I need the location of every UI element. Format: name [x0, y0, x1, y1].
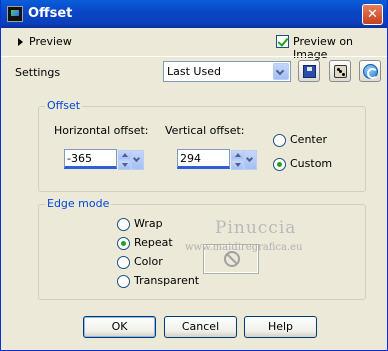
horizontal-spin-up[interactable] — [118, 150, 131, 160]
transparent-radio-label[interactable]: Transparent — [134, 274, 199, 287]
vertical-offset-label: Vertical offset: — [165, 124, 245, 137]
horizontal-offset-input[interactable]: -365 — [64, 149, 117, 169]
dice-icon — [334, 65, 347, 78]
reset-button[interactable] — [359, 60, 381, 82]
center-radio[interactable] — [273, 134, 286, 147]
horizontal-dropdown-button[interactable] — [131, 150, 144, 170]
repeat-radio[interactable] — [117, 237, 130, 250]
center-radio-label[interactable]: Center — [290, 133, 327, 146]
cancel-button[interactable]: Cancel — [164, 316, 237, 338]
edge-mode-group-label: Edge mode — [45, 197, 112, 210]
chevron-down-icon — [275, 66, 285, 76]
save-preset-button[interactable] — [298, 60, 320, 82]
custom-radio-label[interactable]: Custom — [290, 157, 332, 170]
horizontal-offset-label: Horizontal offset: — [54, 124, 149, 137]
title-bar[interactable]: Offset ✕ — [1, 0, 387, 28]
watermark-url: www.maidiregrafica.eu — [185, 242, 303, 253]
settings-row: Settings Last Used — [1, 56, 387, 88]
main-area: Offset Horizontal offset: -365 Vertical … — [15, 92, 375, 302]
preset-value: Last Used — [167, 65, 221, 78]
preset-dropdown[interactable]: Last Used — [163, 61, 291, 82]
preview-row: Preview Preview on Image — [1, 30, 387, 61]
color-radio-label[interactable]: Color — [134, 255, 163, 268]
vertical-offset-value: 294 — [180, 152, 201, 165]
wrap-radio-label[interactable]: Wrap — [134, 217, 163, 230]
watermark-name: Pinuccia — [215, 218, 297, 238]
offset-group-label: Offset — [45, 99, 83, 112]
offset-group: Offset Horizontal offset: -365 Vertical … — [38, 99, 366, 192]
preset-dropdown-button[interactable] — [273, 63, 289, 80]
horizontal-spin-down[interactable] — [118, 160, 131, 170]
close-icon: ✕ — [367, 7, 378, 22]
transparent-radio[interactable] — [117, 275, 130, 288]
custom-radio[interactable] — [273, 158, 286, 171]
preview-on-image-checkbox[interactable] — [276, 35, 289, 48]
chevron-down-icon — [245, 154, 254, 163]
reset-icon — [363, 64, 378, 79]
app-icon — [7, 6, 23, 22]
color-radio[interactable] — [117, 256, 130, 269]
close-button[interactable]: ✕ — [362, 4, 383, 25]
repeat-radio-label[interactable]: Repeat — [134, 236, 173, 249]
vertical-spin-down[interactable] — [231, 160, 244, 170]
chevron-down-icon — [132, 154, 141, 163]
vertical-offset-input[interactable]: 294 — [177, 149, 230, 169]
settings-label: Settings — [15, 66, 61, 79]
preview-toggle[interactable]: Preview — [29, 35, 72, 48]
ok-button[interactable]: OK — [83, 316, 156, 338]
offset-dialog: Offset ✕ Preview Preview on Image Settin… — [0, 0, 388, 351]
expand-preview-icon[interactable] — [18, 38, 23, 46]
horizontal-offset-value: -365 — [67, 152, 92, 165]
help-button[interactable]: Help — [244, 316, 317, 338]
no-sign-icon — [224, 251, 240, 267]
wrap-radio[interactable] — [117, 218, 130, 231]
vertical-spin-up[interactable] — [231, 150, 244, 160]
vertical-dropdown-button[interactable] — [244, 150, 257, 170]
floppy-disk-icon — [303, 65, 316, 78]
window-title: Offset — [28, 6, 73, 21]
randomize-button[interactable] — [329, 60, 351, 82]
